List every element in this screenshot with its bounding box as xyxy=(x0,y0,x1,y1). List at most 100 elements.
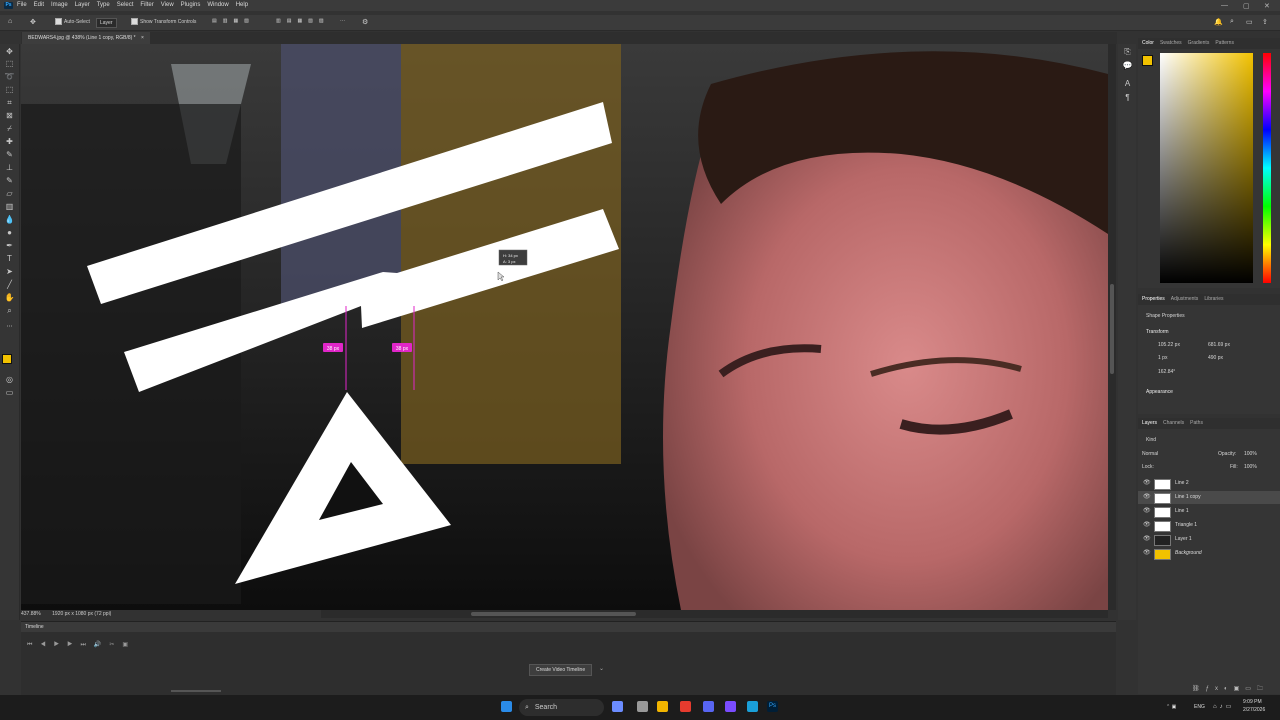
distribute-icons[interactable]: ▥▤▦▧▨ xyxy=(276,18,330,24)
share-icon[interactable]: ⇪ xyxy=(1262,18,1268,26)
language-indicator[interactable]: ENG xyxy=(1194,704,1205,710)
clock-time[interactable]: 9:09 PM xyxy=(1243,699,1262,705)
timeline-dropdown-icon[interactable]: ⌄ xyxy=(599,665,604,672)
visibility-eye-icon[interactable]: 👁 xyxy=(1143,547,1151,560)
maximize-icon[interactable]: ▢ xyxy=(1243,2,1250,10)
history-icon[interactable]: ⎘ xyxy=(1122,46,1133,57)
brave-browser-icon[interactable] xyxy=(680,701,691,712)
blur-tool-icon[interactable]: 💧 xyxy=(4,214,15,225)
marquee-tool-icon[interactable]: ⬚ xyxy=(4,58,15,69)
home-icon[interactable]: ⌂ xyxy=(8,18,12,25)
notification-icon[interactable]: 🔔 xyxy=(1214,18,1223,26)
tab-gradients[interactable]: Gradients xyxy=(1188,38,1210,49)
zoom-level[interactable]: 437.88% xyxy=(21,611,41,617)
character-icon[interactable]: A xyxy=(1122,78,1133,89)
menu-window[interactable]: Window xyxy=(207,2,228,8)
menu-file[interactable]: File xyxy=(17,2,27,8)
width-value[interactable]: 105.22 px xyxy=(1158,342,1180,348)
healing-brush-tool-icon[interactable]: ✚ xyxy=(4,136,15,147)
file-explorer-icon[interactable] xyxy=(657,701,668,712)
menu-layer[interactable]: Layer xyxy=(75,2,90,8)
hue-slider[interactable] xyxy=(1263,53,1271,283)
search-icon[interactable]: ⌕ xyxy=(1230,18,1234,26)
visibility-eye-icon[interactable]: 👁 xyxy=(1143,477,1151,490)
task-view-icon[interactable] xyxy=(637,701,648,712)
tab-libraries[interactable]: Libraries xyxy=(1204,294,1223,305)
app-icon[interactable] xyxy=(747,701,758,712)
fg-color-swatch[interactable] xyxy=(1142,55,1153,66)
layer-row[interactable]: 👁 Triangle 1 xyxy=(1138,519,1280,532)
document-tab[interactable]: BEDWARS4.jpg @ 438% (Line 1 copy, RGB/8)… xyxy=(22,32,150,44)
eraser-tool-icon[interactable]: ▱ xyxy=(4,188,15,199)
path-selection-tool-icon[interactable]: ➤ xyxy=(4,266,15,277)
dodge-tool-icon[interactable]: ● xyxy=(4,227,15,238)
tab-patterns[interactable]: Patterns xyxy=(1215,38,1234,49)
gradient-tool-icon[interactable]: ▥ xyxy=(4,201,15,212)
hand-tool-icon[interactable]: ✋ xyxy=(4,292,15,303)
layer-row[interactable]: 👁 Line 2 xyxy=(1138,477,1280,490)
tab-paths[interactable]: Paths xyxy=(1190,418,1203,429)
discord-icon[interactable] xyxy=(703,701,714,712)
screen-mode-icon[interactable]: ▭ xyxy=(4,387,15,398)
timeline-zoom-slider[interactable] xyxy=(171,690,221,692)
vertical-scrollbar[interactable] xyxy=(1108,44,1116,610)
show-transform-controls-checkbox[interactable]: Show Transform Controls xyxy=(131,18,196,25)
x-value[interactable]: 681.69 px xyxy=(1208,342,1230,348)
quick-mask-icon[interactable]: ◎ xyxy=(4,374,15,385)
tab-swatches[interactable]: Swatches xyxy=(1160,38,1182,49)
pen-tool-icon[interactable]: ✒ xyxy=(4,240,15,251)
object-select-tool-icon[interactable]: ⬚ xyxy=(4,84,15,95)
align-icons[interactable]: ▤▥▦▧ xyxy=(212,18,255,24)
more-tools-icon[interactable]: ⋯ xyxy=(4,322,15,333)
comments-icon[interactable]: 💬 xyxy=(1122,60,1133,71)
tab-properties[interactable]: Properties xyxy=(1142,294,1165,305)
visibility-eye-icon[interactable]: 👁 xyxy=(1143,505,1151,518)
auto-select-dropdown[interactable]: Layer xyxy=(96,18,117,28)
gear-icon[interactable]: ⚙ xyxy=(362,18,368,26)
clock-date[interactable]: 2/27/2026 xyxy=(1243,707,1265,713)
tab-color[interactable]: Color xyxy=(1142,38,1154,49)
menu-type[interactable]: Type xyxy=(97,2,110,8)
tab-adjustments[interactable]: Adjustments xyxy=(1171,294,1199,305)
copilot-icon[interactable] xyxy=(612,701,623,712)
layer-row[interactable]: 👁 Background xyxy=(1138,547,1280,560)
windows-start-icon[interactable] xyxy=(501,701,512,712)
close-icon[interactable]: ✕ xyxy=(1264,2,1270,10)
layer-filter-dropdown[interactable]: Kind xyxy=(1146,437,1156,443)
menu-edit[interactable]: Edit xyxy=(34,2,44,8)
network-volume-icons[interactable]: ⌂♪▭ xyxy=(1213,703,1234,710)
eyedropper-tool-icon[interactable]: ⌿ xyxy=(4,123,15,134)
horizontal-scroll-thumb[interactable] xyxy=(471,612,636,616)
move-tool-icon[interactable]: ✥ xyxy=(30,18,36,26)
move-tool-icon[interactable]: ✥ xyxy=(4,46,15,57)
fill-value[interactable]: 100% xyxy=(1244,464,1257,470)
menu-image[interactable]: Image xyxy=(51,2,68,8)
y-value[interactable]: 490 px xyxy=(1208,355,1223,361)
timeline-playback-icons[interactable]: ⏮◀▶▶⏭🔊✂▣ xyxy=(27,641,136,649)
menu-help[interactable]: Help xyxy=(236,2,248,8)
foreground-color-swatch[interactable] xyxy=(2,354,12,364)
line-tool-icon[interactable]: ╱ xyxy=(4,279,15,290)
opacity-value[interactable]: 100% xyxy=(1244,451,1257,457)
menu-view[interactable]: View xyxy=(161,2,174,8)
tab-layers[interactable]: Layers xyxy=(1142,418,1157,429)
visibility-eye-icon[interactable]: 👁 xyxy=(1143,491,1151,504)
minimize-icon[interactable]: — xyxy=(1221,2,1228,9)
layer-row[interactable]: 👁 Layer 1 xyxy=(1138,533,1280,546)
menu-filter[interactable]: Filter xyxy=(140,2,153,8)
history-brush-tool-icon[interactable]: ✎ xyxy=(4,175,15,186)
zoom-tool-icon[interactable]: ⌕ xyxy=(4,305,15,316)
layer-row[interactable]: 👁 Line 1 xyxy=(1138,505,1280,518)
chrome-icon[interactable] xyxy=(725,701,736,712)
menu-select[interactable]: Select xyxy=(117,2,134,8)
canvas[interactable]: 38 px 38 px H: 34 px A: 3 px xyxy=(21,44,1108,610)
taskbar-search[interactable]: ⌕ Search xyxy=(519,699,604,716)
type-tool-icon[interactable]: T xyxy=(4,253,15,264)
blend-mode-dropdown[interactable]: Normal xyxy=(1142,451,1158,457)
brush-tool-icon[interactable]: ✎ xyxy=(4,149,15,160)
height-value[interactable]: 1 px xyxy=(1158,355,1167,361)
visibility-eye-icon[interactable]: 👁 xyxy=(1143,533,1151,546)
create-video-timeline-button[interactable]: Create Video Timeline xyxy=(529,664,593,676)
color-picker-field[interactable] xyxy=(1160,53,1253,283)
paragraph-icon[interactable]: ¶ xyxy=(1122,92,1133,103)
